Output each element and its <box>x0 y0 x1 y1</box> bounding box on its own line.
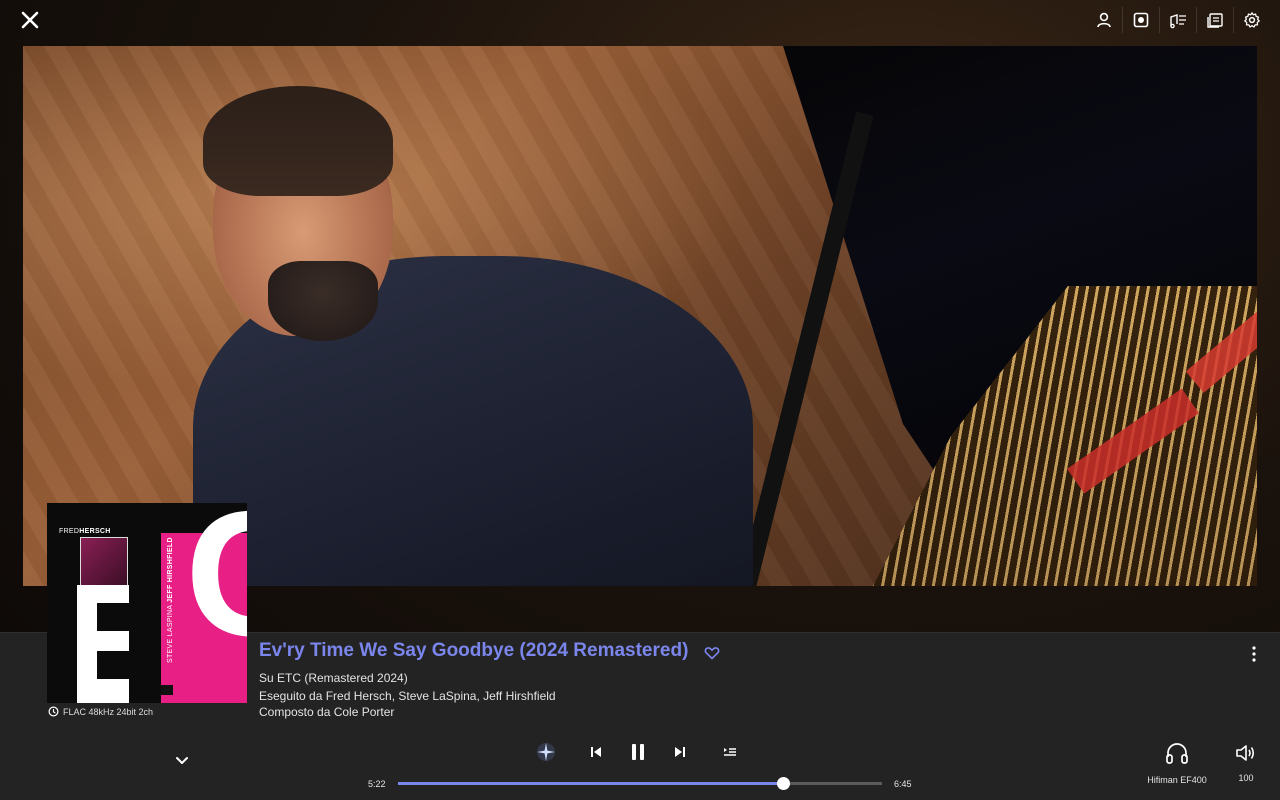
skip-next-icon <box>675 747 685 757</box>
cover-side-credits: STEVE LASPINA JEFF HIRSHFIELD <box>167 537 174 663</box>
queue-list-button[interactable] <box>716 738 744 766</box>
volume-button[interactable]: 100 <box>1228 742 1264 783</box>
progress-bar[interactable] <box>398 777 882 790</box>
cover-photo <box>80 537 128 587</box>
progress-knob[interactable] <box>776 777 790 790</box>
profile-icon <box>1097 12 1111 28</box>
cover-letter-e-gap <box>97 651 129 679</box>
headphones-icon <box>1166 743 1188 764</box>
queue-icon <box>1207 13 1223 28</box>
volume-icon <box>1236 745 1255 761</box>
composer-line[interactable]: Composto da Cole Porter <box>259 705 394 719</box>
cover-letter-e-gap <box>97 603 129 631</box>
output-device-label: Hifiman EF400 <box>1147 775 1207 785</box>
performers-line[interactable]: Eseguito da Fred Hersch, Steve LaSpina, … <box>259 689 556 703</box>
profile-button[interactable] <box>1086 6 1122 34</box>
collapse-button[interactable] <box>174 754 190 768</box>
chevron-down-icon <box>176 757 188 764</box>
radio-button[interactable] <box>1123 6 1159 34</box>
skip-previous-icon <box>591 747 601 757</box>
previous-track-button[interactable] <box>582 738 610 766</box>
hires-quality-icon <box>48 706 59 717</box>
total-time: 6:45 <box>894 779 912 789</box>
close-icon <box>21 11 39 29</box>
queue-button[interactable] <box>1197 6 1233 34</box>
pianist-hair <box>203 86 393 196</box>
radio-icon <box>1133 12 1149 28</box>
settings-button[interactable] <box>1234 6 1270 34</box>
next-track-button[interactable] <box>666 738 694 766</box>
sparkle-icon <box>537 743 555 761</box>
pause-icon <box>632 744 644 760</box>
favorite-button[interactable] <box>704 646 722 662</box>
cover-letter-c: C <box>185 503 247 663</box>
lyrics-button[interactable] <box>1160 6 1196 34</box>
audio-format: FLAC 48kHz 24bit 2ch <box>48 706 153 717</box>
cover-label-logo <box>161 685 173 695</box>
more-options-button[interactable] <box>1244 644 1264 664</box>
settings-icon <box>1244 12 1260 28</box>
output-device-button[interactable]: Hifiman EF400 <box>1146 740 1208 785</box>
audio-format-label: FLAC 48kHz 24bit 2ch <box>63 706 154 717</box>
top-icon-bar <box>1086 6 1270 34</box>
close-button[interactable] <box>18 8 42 32</box>
top-bar <box>0 0 1280 40</box>
heart-icon <box>704 647 720 660</box>
progress-fill <box>398 782 783 785</box>
playback-controls <box>532 738 752 766</box>
autoplay-button[interactable] <box>532 738 560 766</box>
queue-list-icon <box>724 748 736 756</box>
album-link[interactable]: Su ETC (Remastered 2024) <box>259 671 408 685</box>
album-cover[interactable]: FREDHERSCH STEVE LASPINA JEFF HIRSHFIELD… <box>47 503 247 703</box>
elapsed-time: 5:22 <box>368 779 386 789</box>
pause-button[interactable] <box>624 738 652 766</box>
track-title[interactable]: Ev'ry Time We Say Goodbye (2024 Remaster… <box>259 640 688 662</box>
cover-artist-name: FREDHERSCH <box>59 528 111 535</box>
now-playing-screen: FREDHERSCH STEVE LASPINA JEFF HIRSHFIELD… <box>0 0 1280 800</box>
pianist-beard <box>268 261 378 341</box>
volume-level: 100 <box>1238 773 1254 783</box>
kebab-menu-icon <box>1252 646 1256 662</box>
lyrics-icon <box>1170 14 1186 29</box>
